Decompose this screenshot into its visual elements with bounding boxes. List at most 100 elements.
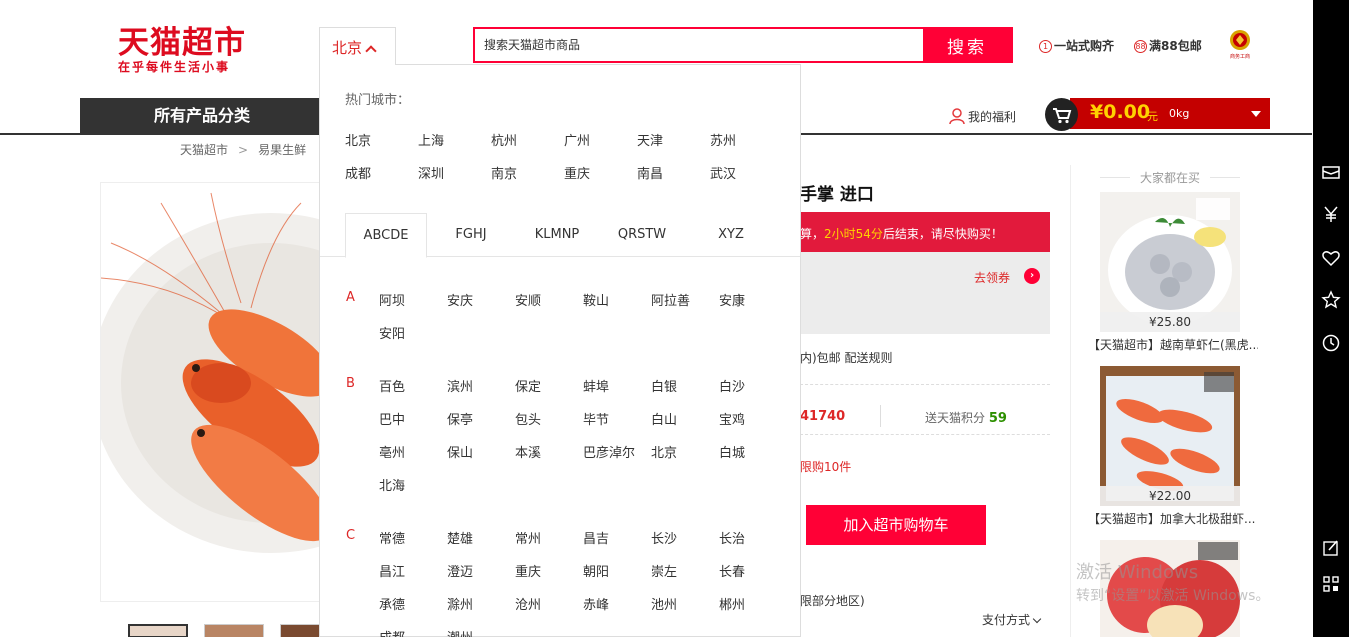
hot-city-item[interactable]: 重庆 bbox=[564, 163, 590, 182]
city-item[interactable]: 赤峰 bbox=[583, 594, 609, 613]
breadcrumb-item[interactable]: 天猫超市 bbox=[180, 143, 228, 157]
city-item[interactable]: 沧州 bbox=[515, 594, 541, 613]
city-item[interactable]: 安阳 bbox=[379, 323, 405, 342]
promo-free-shipping[interactable]: 88 满88包邮 bbox=[1134, 37, 1202, 54]
recommend-item-name[interactable]: 【天猫超市】加拿大北极甜虾... bbox=[1088, 510, 1258, 527]
city-item[interactable]: 澄迈 bbox=[447, 561, 473, 580]
hot-city-item[interactable]: 深圳 bbox=[418, 163, 444, 182]
city-item[interactable]: 成都 bbox=[379, 627, 405, 637]
cart-icon[interactable] bbox=[1045, 98, 1078, 131]
city-item[interactable]: 长治 bbox=[719, 528, 745, 547]
city-item[interactable]: 安康 bbox=[719, 290, 745, 309]
history-icon[interactable] bbox=[1321, 333, 1341, 353]
heart-icon[interactable] bbox=[1321, 248, 1341, 268]
city-item[interactable]: 保定 bbox=[515, 376, 541, 395]
payment-method-dropdown[interactable]: 支付方式 bbox=[982, 611, 1042, 628]
city-item[interactable]: 宝鸡 bbox=[719, 409, 745, 428]
caret-down-icon[interactable] bbox=[1251, 111, 1261, 117]
city-item[interactable]: 巴中 bbox=[379, 409, 405, 428]
tmall-supermarket-logo[interactable]: 天猫超市 在乎每件生活小事 bbox=[118, 26, 253, 74]
city-item[interactable]: 北海 bbox=[379, 475, 405, 494]
add-to-cart-button[interactable]: 加入超市购物车 bbox=[806, 505, 986, 545]
city-item[interactable]: 重庆 bbox=[515, 561, 541, 580]
city-item[interactable]: 长沙 bbox=[651, 528, 677, 547]
city-item[interactable]: 保山 bbox=[447, 442, 473, 461]
recommend-item-image[interactable] bbox=[1100, 192, 1240, 332]
city-item[interactable]: 保亭 bbox=[447, 409, 473, 428]
letter-tab[interactable]: QRSTW bbox=[598, 213, 686, 257]
letter-tab[interactable]: KLMNP bbox=[514, 213, 600, 257]
city-item[interactable]: 白沙 bbox=[719, 376, 745, 395]
city-item[interactable]: 崇左 bbox=[651, 561, 677, 580]
city-item[interactable]: 白山 bbox=[651, 409, 677, 428]
get-coupon-link[interactable]: 去领券 bbox=[974, 269, 1010, 286]
city-item[interactable]: 蚌埠 bbox=[583, 376, 609, 395]
recommend-item-image[interactable] bbox=[1100, 366, 1240, 506]
hot-city-item[interactable]: 杭州 bbox=[491, 130, 517, 149]
city-item[interactable]: 昌江 bbox=[379, 561, 405, 580]
letter-tab[interactable]: XYZ bbox=[686, 213, 776, 257]
search-input[interactable] bbox=[475, 29, 923, 61]
city-item[interactable]: 白银 bbox=[651, 376, 677, 395]
hot-city-item[interactable]: 武汉 bbox=[710, 163, 736, 182]
city-item[interactable]: 本溪 bbox=[515, 442, 541, 461]
thumbnail[interactable] bbox=[204, 624, 264, 637]
city-item[interactable]: 滨州 bbox=[447, 376, 473, 395]
city-item[interactable]: 郴州 bbox=[719, 594, 745, 613]
all-categories-nav[interactable]: 所有产品分类 bbox=[80, 98, 324, 134]
city-item[interactable]: 滁州 bbox=[447, 594, 473, 613]
city-item[interactable]: 安顺 bbox=[515, 290, 541, 309]
city-item[interactable]: 朝阳 bbox=[583, 561, 609, 580]
city-item[interactable]: 北京 bbox=[651, 442, 677, 461]
city-item[interactable]: 常德 bbox=[379, 528, 405, 547]
cart-weight: 0kg bbox=[1169, 107, 1190, 120]
yen-icon[interactable] bbox=[1321, 204, 1341, 224]
city-item[interactable]: 常州 bbox=[515, 528, 541, 547]
hot-city-item[interactable]: 上海 bbox=[418, 130, 444, 149]
edit-icon[interactable] bbox=[1321, 538, 1341, 558]
letter-tab[interactable]: FGHJ bbox=[428, 213, 514, 257]
city-item[interactable]: 池州 bbox=[651, 594, 677, 613]
city-item[interactable]: 楚雄 bbox=[447, 528, 473, 547]
cart-currency-unit: 元 bbox=[1147, 110, 1158, 123]
points-label: 送天猫积分 bbox=[925, 411, 986, 425]
city-item[interactable]: 白城 bbox=[719, 442, 745, 461]
hot-city-item[interactable]: 苏州 bbox=[710, 130, 736, 149]
my-welfare-link[interactable]: 我的福利 bbox=[948, 107, 1016, 125]
card-icon[interactable] bbox=[1321, 162, 1341, 182]
city-item[interactable]: 承德 bbox=[379, 594, 405, 613]
cart-summary[interactable]: ¥0.00 元 0kg bbox=[1070, 98, 1270, 129]
city-item[interactable]: 百色 bbox=[379, 376, 405, 395]
city-item[interactable]: 亳州 bbox=[379, 442, 405, 461]
city-item[interactable]: 阿拉善 bbox=[651, 290, 690, 309]
city-item[interactable]: 毕节 bbox=[583, 409, 609, 428]
city-item[interactable]: 昌吉 bbox=[583, 528, 609, 547]
city-item[interactable]: 鞍山 bbox=[583, 290, 609, 309]
divider bbox=[800, 384, 1050, 385]
city-item[interactable]: 潮州 bbox=[447, 627, 473, 637]
qrcode-icon[interactable] bbox=[1321, 574, 1341, 594]
city-item[interactable]: 巴彦淖尔 bbox=[583, 442, 635, 461]
letter-tab[interactable]: ABCDE bbox=[345, 213, 427, 258]
business-license-badge-icon[interactable]: 商务工商 bbox=[1226, 28, 1254, 60]
recommend-item-name[interactable]: 【天猫超市】越南草虾仁(黑虎... bbox=[1088, 336, 1258, 353]
star-icon[interactable] bbox=[1321, 290, 1341, 310]
city-item[interactable]: 安庆 bbox=[447, 290, 473, 309]
thumbnail[interactable] bbox=[128, 624, 188, 637]
arrow-right-icon[interactable]: › bbox=[1024, 268, 1040, 284]
city-item[interactable]: 阿坝 bbox=[379, 290, 405, 309]
hot-city-item[interactable]: 成都 bbox=[345, 163, 371, 182]
hot-city-item[interactable]: 南京 bbox=[491, 163, 517, 182]
hot-city-item[interactable]: 天津 bbox=[637, 130, 663, 149]
search-button[interactable]: 搜索 bbox=[923, 29, 1011, 61]
hot-city-item[interactable]: 广州 bbox=[564, 130, 590, 149]
breadcrumb-item[interactable]: 易果生鲜 bbox=[258, 143, 306, 157]
promo-one-stop[interactable]: 1 一站式购齐 bbox=[1039, 37, 1114, 54]
hot-city-item[interactable]: 北京 bbox=[345, 130, 371, 149]
city-item[interactable]: 包头 bbox=[515, 409, 541, 428]
page: 天猫超市 在乎每件生活小事 北京 搜索 1一站式购齐 88满88包邮 商务工商 … bbox=[0, 0, 1349, 637]
city-item[interactable]: 长春 bbox=[719, 561, 745, 580]
product-main-image[interactable] bbox=[100, 182, 330, 602]
city-selector-button[interactable]: 北京 bbox=[319, 27, 396, 65]
hot-city-item[interactable]: 南昌 bbox=[637, 163, 663, 182]
